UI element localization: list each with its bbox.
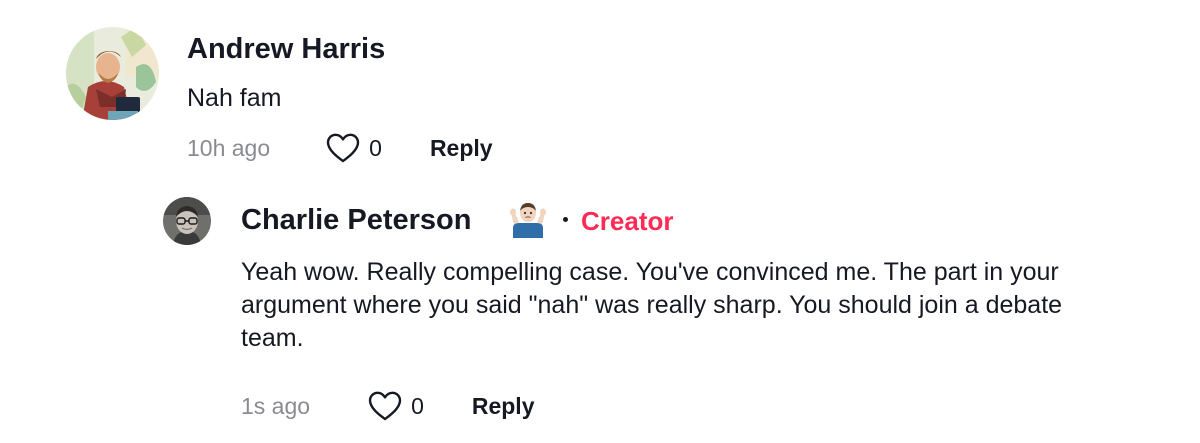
reply-button[interactable]: Reply (430, 135, 493, 162)
reply-actions: 1s ago 0 Reply (241, 389, 535, 423)
comment-timestamp: 10h ago (187, 134, 271, 161)
avatar[interactable] (163, 197, 211, 245)
avatar-photo-man-glasses-icon (163, 197, 211, 245)
like-button[interactable]: 0 (367, 390, 424, 422)
avatar-illustrated-man-icon (66, 27, 159, 120)
like-count: 0 (369, 134, 382, 161)
avatar[interactable] (66, 27, 159, 120)
reply-text: Yeah wow. Really compelling case. You've… (241, 258, 1063, 352)
reply-button[interactable]: Reply (472, 393, 535, 420)
separator-dot (563, 217, 568, 222)
heart-icon (368, 391, 402, 421)
comment-actions: 10h ago 0 Reply (187, 131, 493, 165)
comment-username[interactable]: Andrew Harris (187, 32, 385, 66)
creator-badge: Creator (581, 206, 674, 236)
comment-text: Nah fam (187, 84, 282, 112)
person-shrugging-emoji-icon (510, 200, 546, 238)
reply-timestamp: 1s ago (241, 392, 311, 419)
like-button[interactable]: 0 (325, 132, 382, 164)
like-count: 0 (411, 392, 424, 419)
reply-username[interactable]: Charlie Peterson (241, 203, 471, 237)
heart-icon (326, 133, 360, 163)
